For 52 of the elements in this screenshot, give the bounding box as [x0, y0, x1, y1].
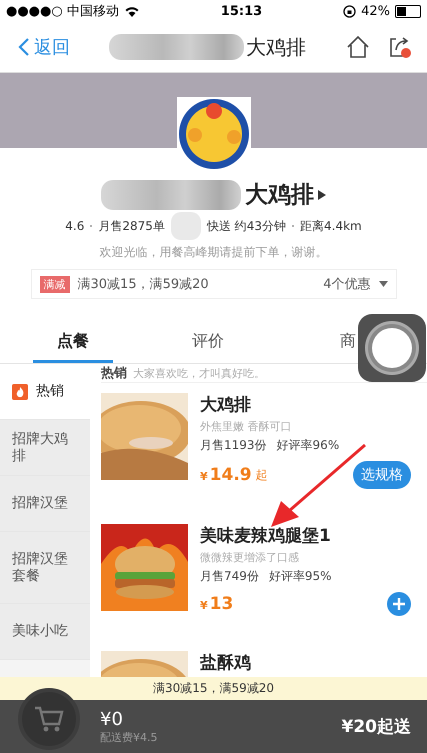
minimum-order: ¥20起送 [342, 716, 411, 738]
home-icon[interactable] [345, 35, 371, 59]
page-title: 大鸡排 [246, 34, 306, 60]
dish-description: 外焦里嫩 香酥可口 [200, 419, 292, 434]
section-subtitle: 大家喜欢吃，才叫真好吃。 [133, 366, 265, 380]
rating-text: 好评率96% [276, 437, 340, 454]
dish-price: ¥13 [200, 594, 234, 614]
clock-text: 15:13 [220, 4, 262, 18]
cart-promo-text: 满30减15，满59减20 [0, 677, 427, 700]
tab[interactable]: 商 [338, 319, 358, 363]
shop-stat: 4.6 [65, 219, 84, 233]
wifi-icon [124, 5, 140, 17]
category-item[interactable]: 招牌汉堡 [0, 476, 90, 532]
assistive-touch-button[interactable] [358, 314, 426, 382]
cart-icon [34, 704, 64, 732]
tab[interactable]: 点餐 [33, 319, 113, 363]
monthly-sales: 月售1193份 [200, 437, 267, 454]
shop-stat: 距离4.4km [300, 218, 362, 234]
monthly-sales: 月售749份 [200, 568, 259, 585]
shop-stat: 快送 约43分钟 [206, 218, 286, 234]
category-item[interactable]: 热销 [0, 364, 90, 420]
category-item[interactable]: 招牌大鸡排 [0, 420, 90, 476]
shop-stat: 月售2875单 [98, 218, 165, 234]
shop-name[interactable]: 大鸡排 [245, 179, 314, 210]
rotation-lock-icon [343, 4, 356, 18]
shop-notice: 欢迎光临，用餐高峰期请提前下单，谢谢。 [100, 244, 328, 261]
category-item[interactable]: 美味小吃 [0, 604, 90, 660]
offers-count: 4个优惠 [323, 276, 370, 293]
dish-name[interactable]: 美味麦辣鸡腿堡1 [200, 524, 411, 547]
logo-icon [176, 97, 250, 171]
dish-name[interactable]: 大鸡排 [200, 393, 411, 416]
section-title: 热销 [101, 365, 127, 382]
battery-icon [395, 4, 421, 18]
add-icon[interactable] [387, 592, 411, 616]
dropdown-icon [378, 281, 388, 287]
discount-tag: 满减 [40, 276, 70, 292]
dish-description: 微微辣更增添了口感 [200, 550, 300, 565]
carrier-text: ●●●●○ 中国移动 [6, 3, 119, 20]
caret-icon [318, 190, 326, 200]
promo-text: 满30减15，满59减20 [78, 276, 210, 293]
flame-icon [12, 384, 28, 400]
tab[interactable]: 评价 [168, 319, 248, 363]
category-item[interactable]: 招牌汉堡套餐 [0, 532, 90, 604]
promo-bar[interactable]: 满减 满30减15，满59减20 4个优惠 [30, 269, 396, 299]
delivery-fee: 配送费¥4.5 [100, 730, 158, 744]
dish-price: ¥14.9 [200, 465, 252, 485]
back-icon [18, 37, 30, 57]
rating-text: 好评率95% [268, 568, 332, 585]
battery-text: 42% [361, 4, 390, 18]
dish-name[interactable]: 盐酥鸡 [200, 651, 411, 674]
cart-total: ¥0 [100, 708, 124, 730]
price-suffix: 起 [256, 466, 268, 484]
